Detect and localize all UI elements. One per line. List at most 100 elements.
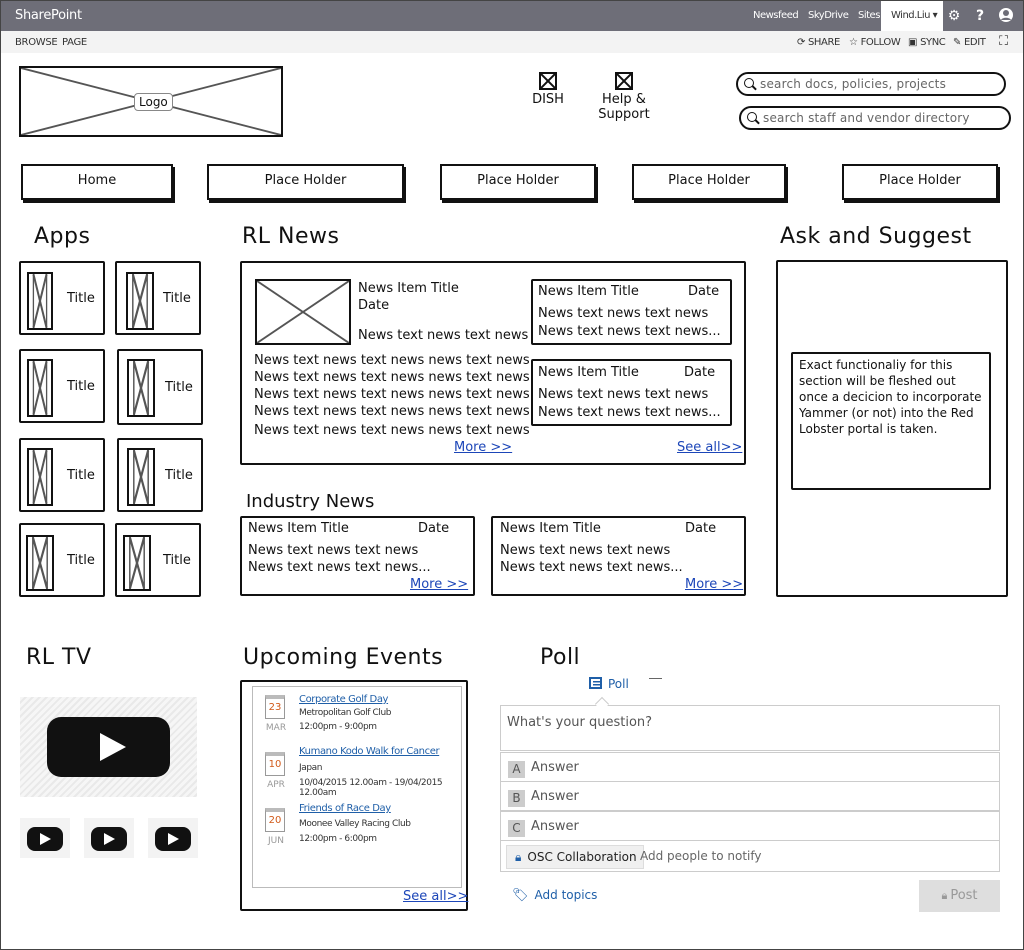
events-see-all-link[interactable]: See all>> (403, 889, 468, 904)
skydrive-link[interactable]: SkyDrive (808, 10, 849, 21)
nav-placeholder-1[interactable]: Place Holder (207, 164, 404, 200)
news-image-placeholder[interactable] (255, 279, 351, 345)
poll-notify-field[interactable]: 🔒︎ OSC Collaboration Add people to notify (500, 840, 1000, 872)
search-docs-input[interactable]: search docs, policies, projects (736, 72, 1006, 96)
search-docs-placeholder: search docs, policies, projects (760, 77, 947, 91)
poll-tab[interactable]: Poll (589, 677, 629, 691)
brand-label[interactable]: SharePoint (15, 8, 82, 23)
app-tile[interactable]: Title (115, 523, 201, 597)
help-support-link[interactable]: Help & Support (576, 72, 672, 122)
featured-more-link[interactable]: More >> (454, 440, 512, 455)
apps-heading: Apps (34, 224, 91, 249)
app-icon-placeholder (126, 272, 154, 330)
event-month: APR (267, 780, 285, 790)
ask-suggest-note: Exact functionaliy for this section will… (791, 352, 991, 490)
sync-label: SYNC (920, 37, 946, 48)
event-title[interactable]: Kumano Kodo Walk for Cancer (299, 746, 440, 757)
help-icon[interactable]: ? (971, 7, 989, 25)
post-label: Post (950, 888, 978, 903)
featured-news-line: News text news text news news text news (254, 387, 530, 402)
share-icon: ⟳ (797, 37, 805, 48)
nav-placeholder-4[interactable]: Place Holder (842, 164, 998, 200)
gear-icon[interactable]: ⚙ (945, 7, 963, 25)
tab-page[interactable]: PAGE (62, 37, 87, 48)
news-item-line: News text news text news... (538, 405, 721, 420)
news-item-title: News Item Title (248, 521, 349, 536)
app-icon-placeholder (127, 359, 155, 417)
app-icon-placeholder (127, 448, 155, 506)
app-tile[interactable]: Title (117, 349, 203, 425)
industry-news-card[interactable]: News Item Title Date News text news text… (240, 516, 475, 596)
event-title[interactable]: Friends of Race Day (299, 803, 391, 814)
news-item-line: News text news text news... (500, 560, 683, 575)
answer-letter: C (508, 820, 525, 837)
rl-news-see-all-link[interactable]: See all>> (677, 440, 742, 455)
group-label: OSC Collaboration (527, 850, 637, 864)
sites-link[interactable]: Sites (858, 10, 880, 21)
help-support-icon (615, 72, 633, 90)
event-place: Japan (299, 763, 323, 773)
news-item-card[interactable]: News Item Title Date News text news text… (531, 279, 732, 345)
event-title[interactable]: Corporate Golf Day (299, 694, 388, 705)
group-chip[interactable]: 🔒︎ OSC Collaboration (506, 845, 644, 869)
app-tile-title: Title (67, 291, 95, 306)
app-icon-placeholder (27, 272, 53, 330)
app-tile-title: Title (67, 468, 95, 483)
poll-answer-field[interactable]: B Answer (500, 781, 1000, 811)
poll-question-placeholder: What's your question? (507, 715, 653, 730)
nav-placeholder-3[interactable]: Place Holder (632, 164, 786, 200)
nav-placeholder-2[interactable]: Place Holder (440, 164, 596, 200)
poll-answer-field[interactable]: A Answer (500, 752, 1000, 782)
search-staff-input[interactable]: search staff and vendor directory (739, 106, 1011, 130)
focus-icon[interactable]: ⛶ (999, 34, 1008, 49)
poll-answer-field[interactable]: C Answer (500, 811, 1000, 841)
industry-news-heading: Industry News (246, 491, 375, 512)
newsfeed-link[interactable]: Newsfeed (753, 10, 799, 21)
events-list: 23 MAR Corporate Golf Day Metropolitan G… (252, 686, 462, 888)
news-item-card[interactable]: News Item Title Date News text news text… (531, 359, 732, 426)
rl-tv-video-thumb[interactable] (84, 818, 134, 858)
post-button[interactable]: 🔒︎ Post (919, 880, 1000, 912)
app-icon-placeholder (27, 359, 53, 417)
lock-icon: 🔒︎ (941, 889, 948, 902)
edit-button[interactable]: ✎ EDIT (953, 37, 986, 48)
share-label: SHARE (807, 37, 840, 48)
sync-button[interactable]: ▣ SYNC (908, 37, 946, 48)
upcoming-events-heading: Upcoming Events (243, 645, 444, 670)
news-item-title: News Item Title (538, 365, 639, 380)
rl-tv-video-thumb[interactable] (20, 818, 70, 858)
event-place: Moonee Valley Racing Club (299, 819, 411, 829)
tab-browse[interactable]: BROWSE (15, 37, 58, 48)
app-icon-placeholder (27, 448, 53, 506)
app-tile[interactable]: Title (117, 438, 203, 512)
event-time: 10/04/2015 12.00am - 19/04/2015 12.00am (299, 778, 443, 798)
add-topics-label: Add topics (534, 888, 598, 902)
app-tile[interactable]: Title (115, 261, 201, 335)
sync-icon: ▣ (908, 37, 918, 48)
news-item-line: News text news text news... (248, 560, 431, 575)
ask-suggest-heading: Ask and Suggest (780, 224, 972, 249)
industry-more-link[interactable]: More >> (410, 577, 468, 592)
answer-placeholder: Answer (531, 819, 579, 834)
follow-button[interactable]: ☆ FOLLOW (849, 37, 901, 48)
app-tile[interactable]: Title (19, 261, 105, 335)
user-menu[interactable]: Wind.Liu ▾ (881, 1, 943, 31)
app-tile[interactable]: Title (19, 349, 105, 423)
industry-more-link[interactable]: More >> (685, 577, 743, 592)
news-item-date: Date (684, 365, 716, 380)
dish-link[interactable]: DISH (531, 72, 565, 107)
app-tile[interactable]: Title (19, 523, 105, 597)
featured-news-title[interactable]: News Item Title (358, 280, 459, 297)
rl-tv-video-thumb[interactable] (148, 818, 198, 858)
nav-home[interactable]: Home (21, 164, 173, 200)
user-avatar-icon[interactable] (997, 7, 1015, 25)
poll-question-input[interactable]: What's your question? (500, 705, 1000, 751)
rl-tv-main-video[interactable] (20, 697, 197, 797)
app-tile[interactable]: Title (19, 438, 105, 512)
answer-letter: A (508, 761, 525, 778)
logo-placeholder[interactable]: Logo (19, 66, 283, 137)
add-topics-link[interactable]: 🏷︎ Add topics (512, 888, 597, 903)
industry-news-card[interactable]: News Item Title Date News text news text… (491, 516, 746, 596)
news-item-line: News text news text news (538, 387, 709, 402)
share-button[interactable]: ⟳ SHARE (797, 37, 840, 48)
